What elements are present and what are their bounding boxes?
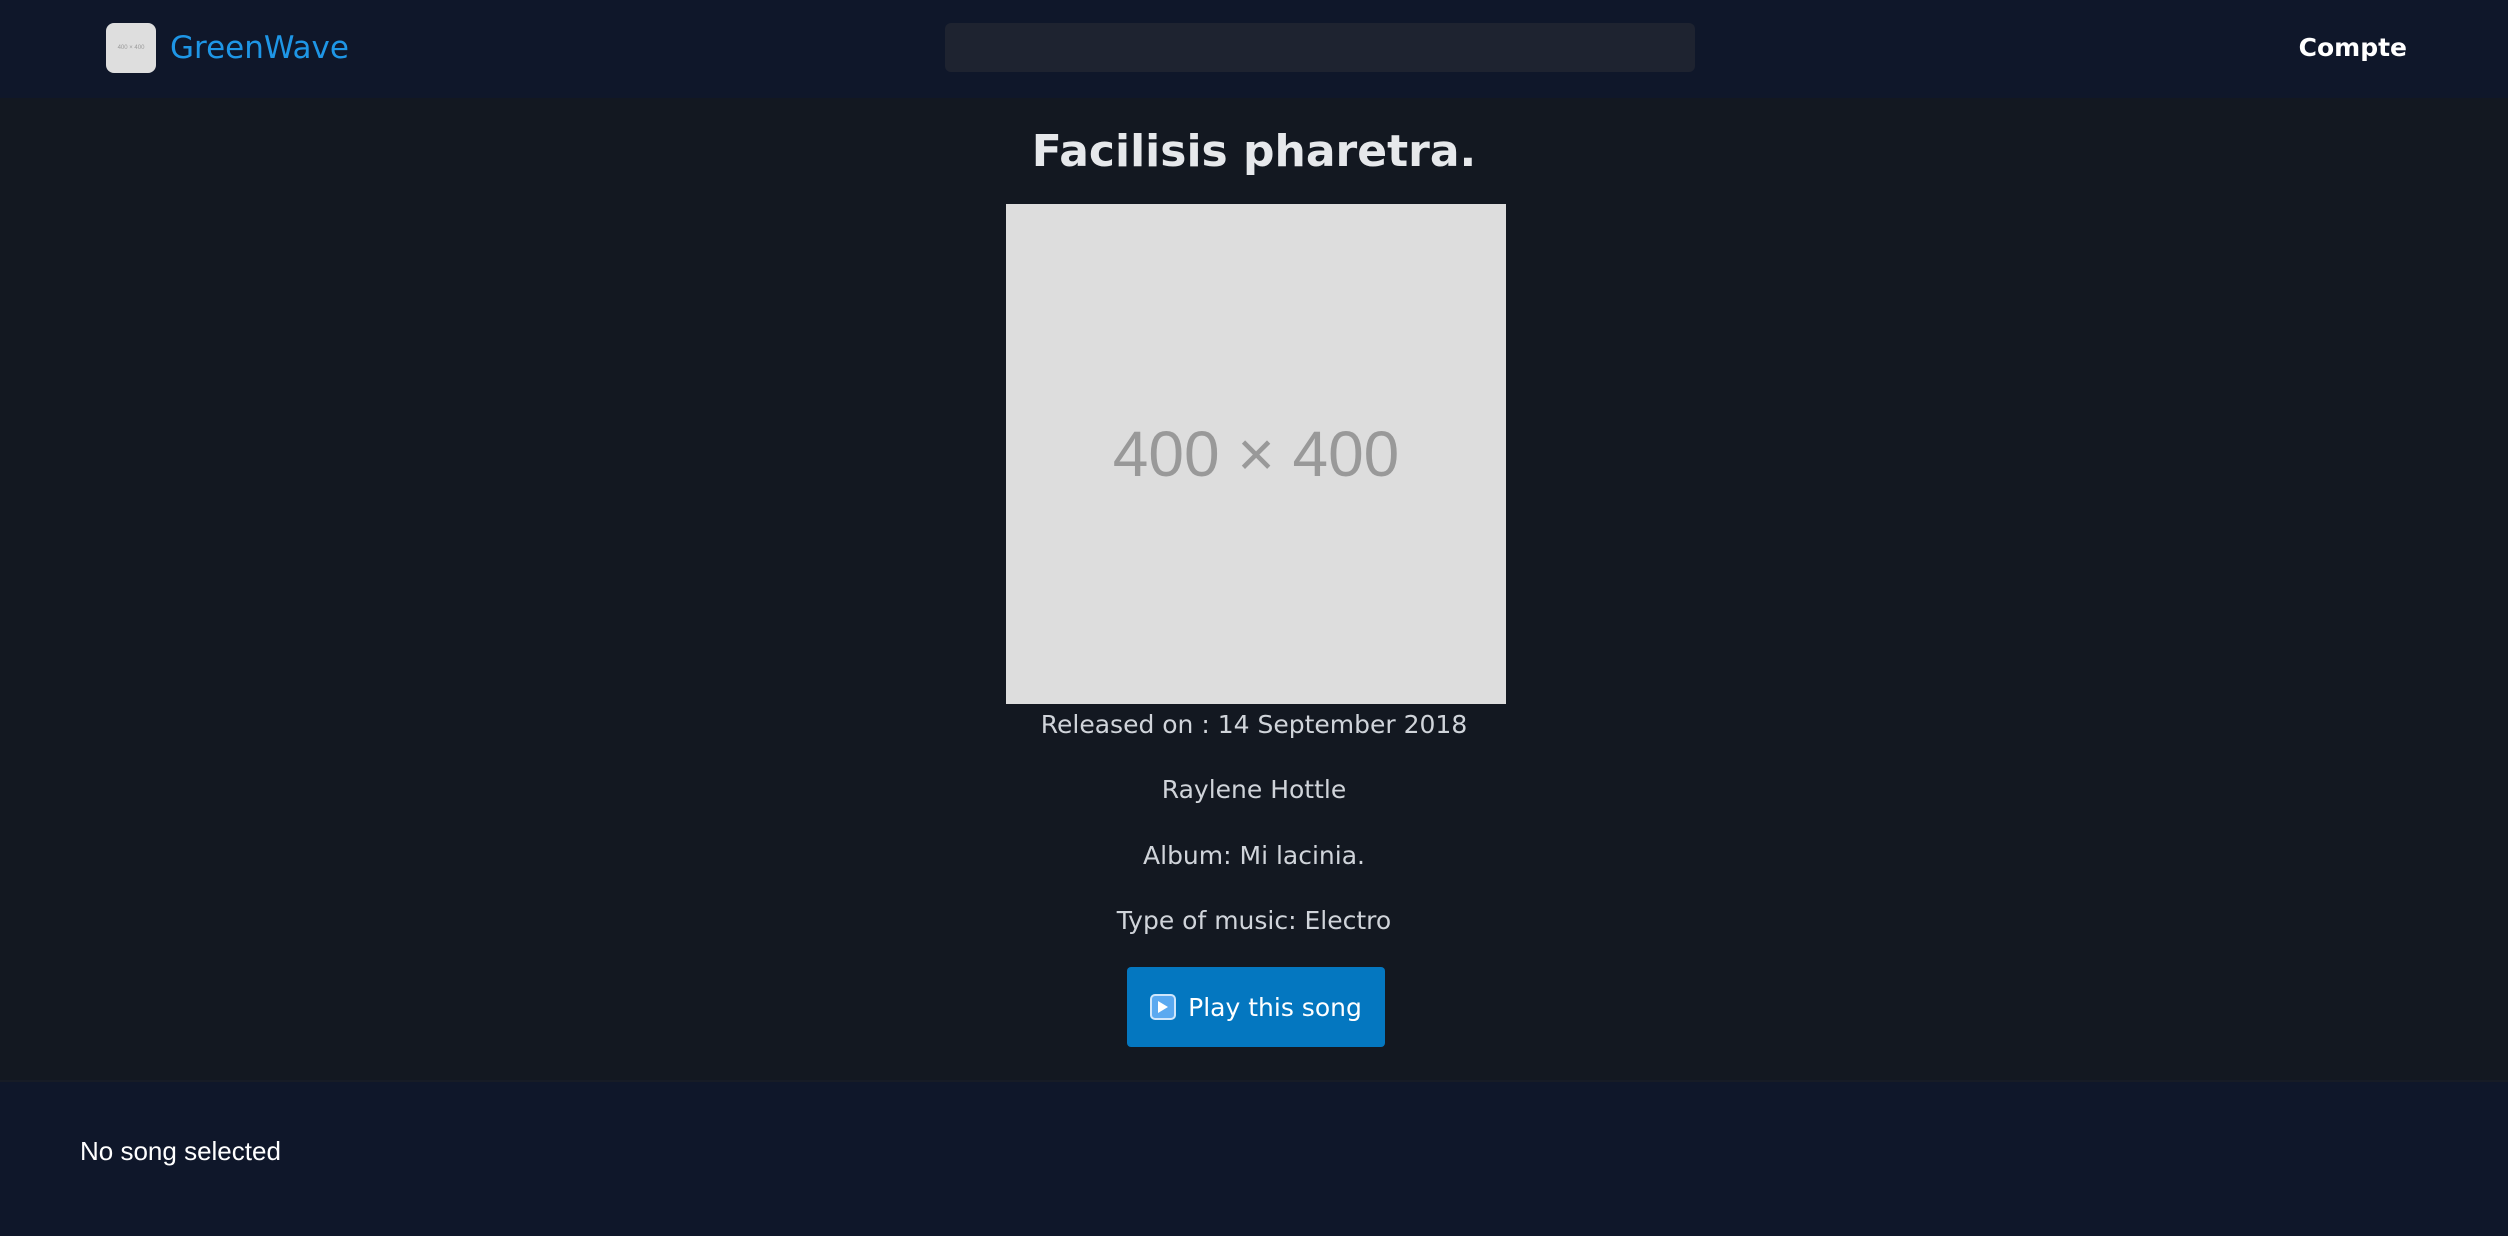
player-status: No song selected xyxy=(80,1136,281,1166)
top-navbar: 400 × 400 GreenWave Compte xyxy=(0,0,2508,98)
play-song-button[interactable]: Play this song xyxy=(1127,967,1385,1047)
logo-image[interactable]: 400 × 400 xyxy=(106,23,156,73)
account-link[interactable]: Compte xyxy=(2299,33,2407,62)
song-detail: Facilisis pharetra. 400 × 400 Released o… xyxy=(0,98,2508,1080)
app: 400 × 400 GreenWave Compte Facilisis pha… xyxy=(0,0,2508,1236)
album-name: Album: Mi lacinia. xyxy=(1143,841,1365,870)
play-song-label: Play this song xyxy=(1188,992,1362,1022)
artist-name: Raylene Hottle xyxy=(1161,775,1347,804)
audio-player-bar: No song selected xyxy=(0,1080,2508,1236)
music-genre: Type of music: Electro xyxy=(1116,906,1392,935)
play-button-icon xyxy=(1150,994,1177,1020)
song-title: Facilisis pharetra. xyxy=(1031,126,1477,177)
brand-link[interactable]: 400 × 400 GreenWave xyxy=(106,23,349,73)
brand-name[interactable]: GreenWave xyxy=(170,30,349,66)
song-cover-image: 400 × 400 xyxy=(1006,204,1506,704)
logo-placeholder-text: 400 × 400 xyxy=(117,45,145,51)
release-date: Released on : 14 September 2018 xyxy=(1040,710,1468,739)
search-input[interactable] xyxy=(945,23,1695,72)
cover-placeholder-text: 400 × 400 xyxy=(1112,418,1400,490)
